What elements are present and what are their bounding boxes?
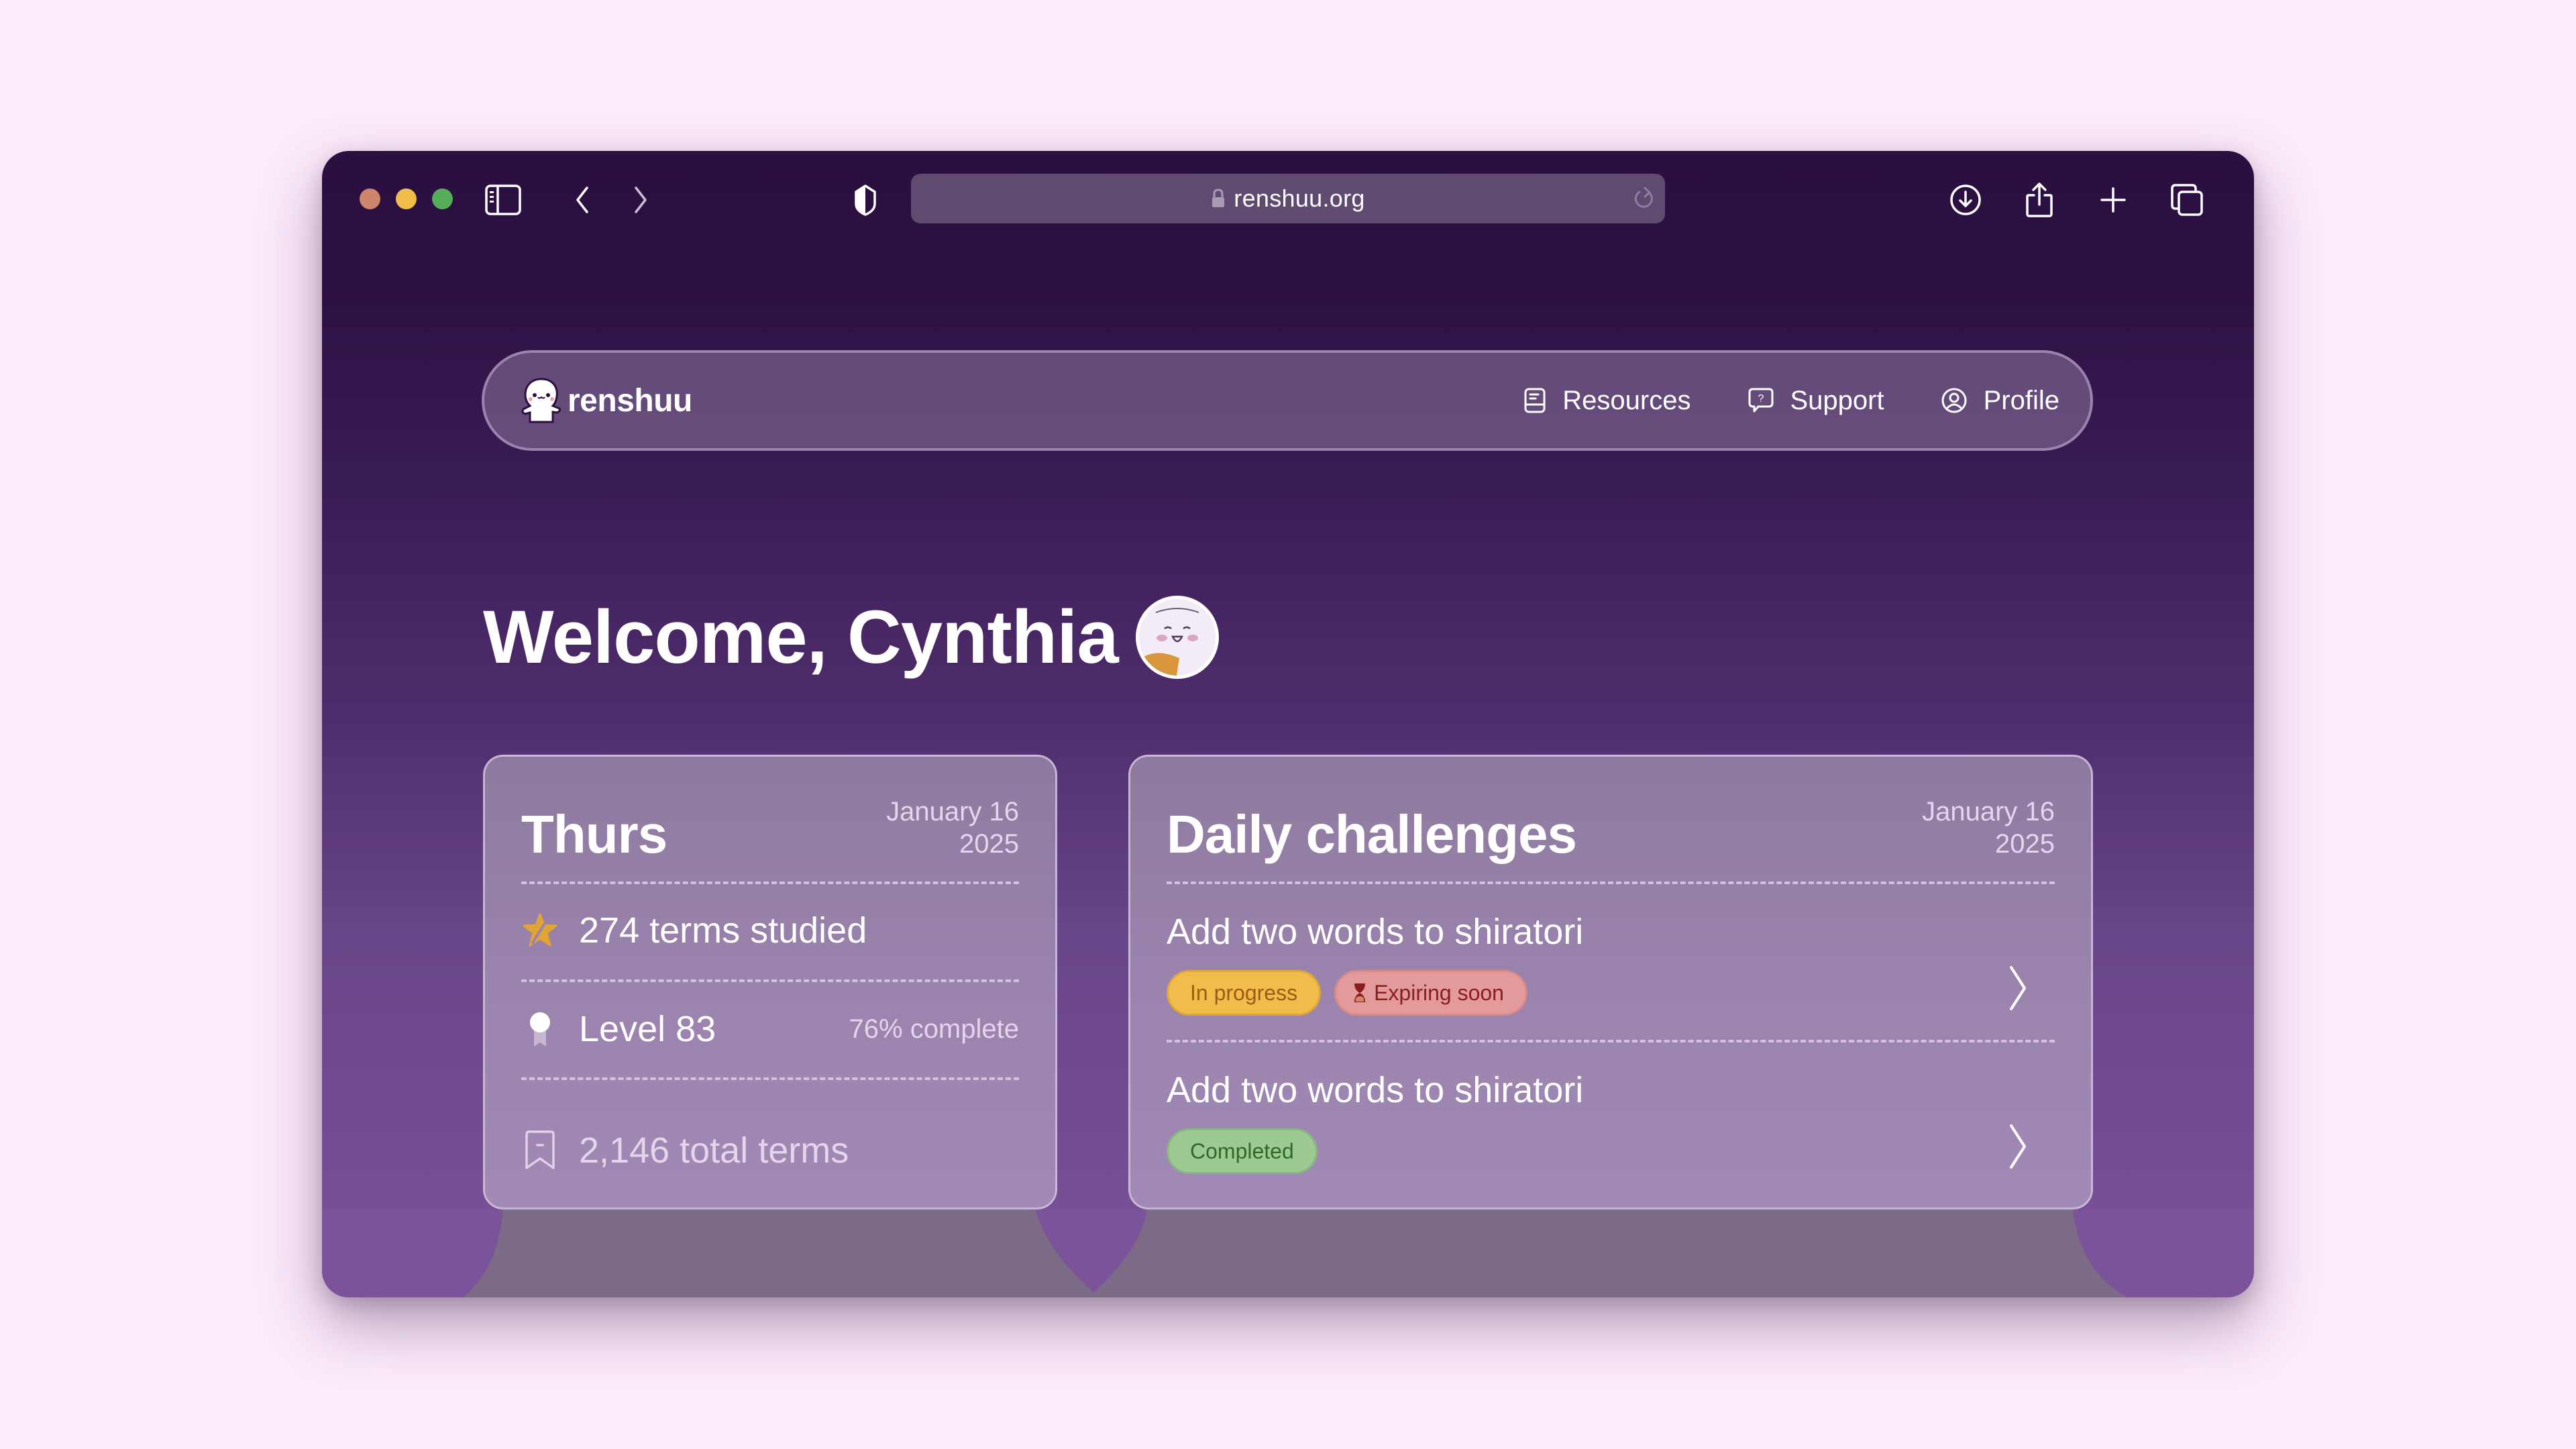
level-text: Level 83: [579, 1009, 716, 1049]
chevron-right-icon: [2010, 1124, 2026, 1169]
tab-overview-button[interactable]: [2167, 180, 2207, 220]
challenges-title: Daily challenges: [1167, 804, 1577, 864]
welcome-text: Welcome, Cynthia: [483, 595, 1119, 679]
divider: [1167, 1040, 2055, 1042]
window-close-button[interactable]: [360, 189, 380, 209]
year-line: 2025: [959, 829, 1019, 859]
new-tab-button[interactable]: [2093, 180, 2133, 220]
card-date: January 16 2025: [886, 796, 1019, 860]
download-icon: [1950, 184, 1981, 215]
window-minimize-button[interactable]: [396, 189, 417, 209]
nav-link-resources[interactable]: Resources: [1523, 385, 1691, 416]
reload-icon: [1634, 186, 1653, 208]
terms-studied-text: 274 terms studied: [579, 910, 867, 951]
card-header: Daily challenges January 16 2025: [1167, 790, 2055, 877]
date-line: January 16: [1922, 797, 2055, 826]
status-badge-completed: Completed: [1167, 1128, 1318, 1174]
chevron-right-icon: [635, 186, 647, 213]
share-button[interactable]: [2019, 180, 2059, 220]
total-terms-text: 2,146 total terms: [579, 1130, 849, 1171]
chevron-right-icon: [2010, 966, 2026, 1010]
hourglass-icon: [1354, 983, 1366, 1002]
challenge-title: Add two words to shiratori: [1167, 1070, 1584, 1110]
challenge-item[interactable]: Add two words to shiratori In progress E…: [1167, 911, 2055, 1045]
sidebar-icon: [485, 184, 521, 215]
open-challenge-button[interactable]: [2008, 965, 2028, 1015]
site-navbar: renshuu Resources ? Support Profile: [482, 350, 2093, 451]
plus-icon: [2100, 187, 2126, 213]
tabs-overview-icon: [2171, 184, 2203, 216]
bookmark-icon: [525, 1130, 555, 1169]
address-bar[interactable]: renshuu.org: [911, 174, 1665, 223]
welcome-heading: Welcome, Cynthia: [483, 594, 1219, 680]
card-header: Thurs January 16 2025: [521, 790, 1019, 877]
status-badge-expiring: Expiring soon: [1334, 970, 1527, 1016]
challenge-badges: Completed: [1167, 1128, 1318, 1174]
chevron-left-icon: [576, 186, 588, 213]
nav-link-label: Profile: [1983, 385, 2059, 415]
url-text: renshuu.org: [1234, 184, 1365, 212]
medal-icon: [530, 1012, 550, 1046]
mascot-avatar: [1135, 595, 1219, 679]
card-stand-decoration: [322, 1210, 2254, 1297]
user-circle-icon: [1941, 388, 1967, 413]
year-line: 2025: [1995, 829, 2055, 859]
back-button[interactable]: [562, 180, 602, 220]
nav-links: Resources ? Support Profile: [1523, 386, 2059, 416]
nav-link-label: Resources: [1562, 385, 1691, 415]
help-bubble-icon: ?: [1748, 388, 1773, 413]
downloads-button[interactable]: [1945, 180, 1986, 220]
daily-summary-card: Thurs January 16 2025 274 terms studied …: [483, 755, 1057, 1210]
open-challenge-button[interactable]: [2008, 1123, 2028, 1173]
lock-icon: [1212, 189, 1225, 207]
date-line: January 16: [886, 797, 1019, 826]
divider: [521, 881, 1019, 884]
daily-challenges-card: Daily challenges January 16 2025 Add two…: [1128, 755, 2093, 1210]
mascot-logo-icon: [521, 378, 561, 423]
total-terms-row: 2,146 total terms: [521, 1129, 1019, 1172]
terms-studied-row: 274 terms studied: [521, 910, 1019, 951]
browser-window: renshuu.org renshuu Resources ? Support …: [322, 151, 2254, 1297]
mascot-face-icon: [1138, 598, 1216, 676]
divider: [521, 1077, 1019, 1080]
nav-link-support[interactable]: ? Support: [1748, 386, 1884, 416]
star-icon: [523, 913, 557, 947]
browser-toolbar: renshuu.org: [322, 151, 2254, 245]
forward-button[interactable]: [621, 180, 661, 220]
card-date: January 16 2025: [1922, 796, 2055, 860]
badge-label: Expiring soon: [1374, 980, 1504, 1005]
privacy-report-button[interactable]: [845, 180, 885, 220]
share-icon: [2026, 182, 2053, 217]
challenge-item[interactable]: Add two words to shiratori Completed: [1167, 1069, 2055, 1203]
shield-icon: [855, 184, 876, 216]
svg-text:?: ?: [1758, 393, 1764, 405]
divider: [521, 979, 1019, 982]
divider: [1167, 881, 2055, 884]
brand-logo-link[interactable]: renshuu: [519, 376, 692, 425]
window-maximize-button[interactable]: [432, 189, 453, 209]
day-label: Thurs: [521, 804, 667, 864]
challenge-badges: In progress Expiring soon: [1167, 970, 1527, 1016]
book-icon: [1524, 388, 1546, 413]
nav-link-label: Support: [1790, 385, 1884, 415]
brand-name: renshuu: [568, 382, 692, 419]
level-row: Level 83 76% complete: [521, 1008, 1019, 1050]
sidebar-toggle-button[interactable]: [483, 180, 523, 220]
level-progress-text: 76% complete: [849, 1014, 1019, 1044]
status-badge-in-progress: In progress: [1167, 970, 1322, 1016]
challenge-title: Add two words to shiratori: [1167, 912, 1584, 952]
reload-button[interactable]: [1631, 186, 1656, 216]
nav-link-profile[interactable]: Profile: [1941, 386, 2059, 416]
